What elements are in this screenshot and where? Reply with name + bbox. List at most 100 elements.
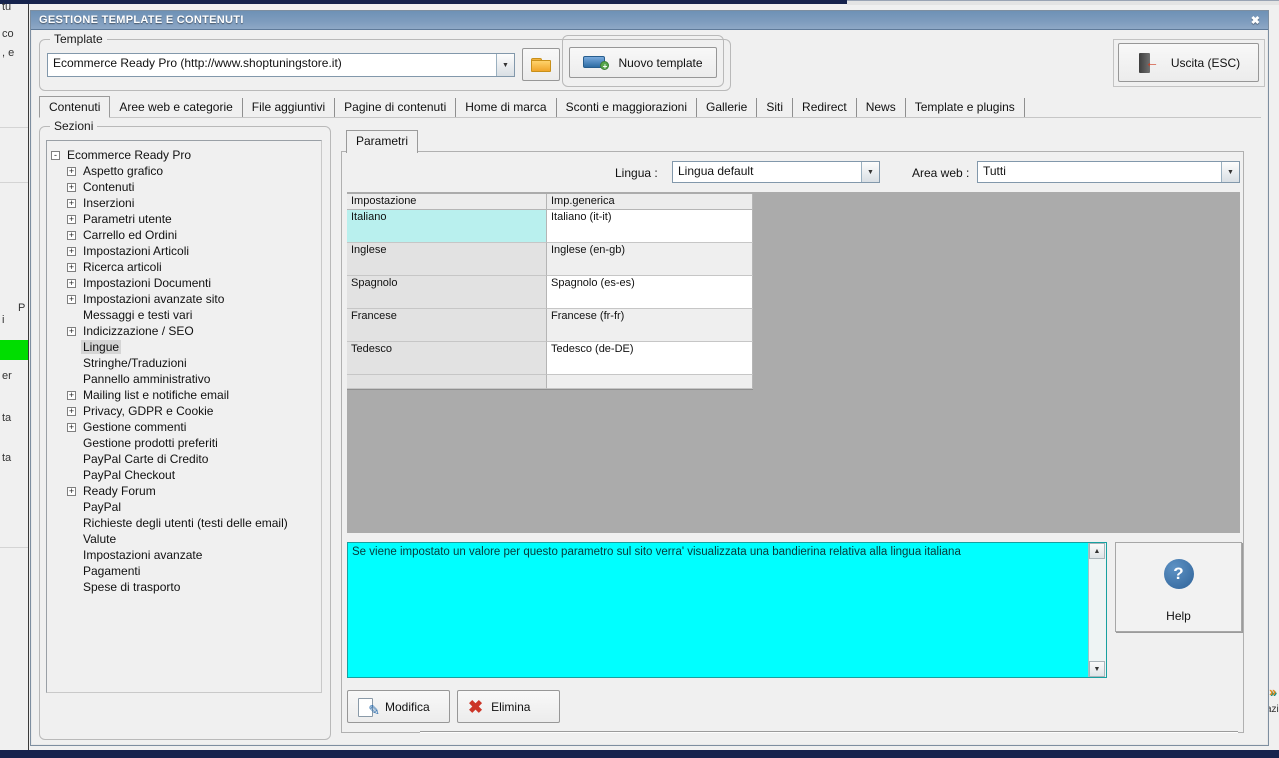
- tab-gallerie[interactable]: Gallerie: [697, 98, 758, 117]
- table-row-inglese[interactable]: Inglese Inglese (en-gb): [347, 243, 753, 276]
- tree-item-gestione-prodotti-preferiti[interactable]: Gestione prodotti preferiti: [47, 435, 321, 451]
- open-template-button[interactable]: [522, 48, 560, 81]
- tree-item-label: PayPal Checkout: [83, 468, 176, 482]
- exit-button[interactable]: ← Uscita (ESC): [1118, 43, 1259, 82]
- chevron-down-icon[interactable]: ▼: [861, 162, 879, 182]
- help-button[interactable]: ? Help: [1115, 542, 1242, 632]
- collapse-icon[interactable]: -: [51, 150, 60, 160]
- tab-aree-web-e-categorie[interactable]: Aree web e categorie: [110, 98, 243, 117]
- new-template-button[interactable]: + Nuovo template: [569, 47, 717, 78]
- tree-item-impostazioni-avanzate-sito[interactable]: + Impostazioni avanzate sito: [47, 291, 321, 307]
- delete-button[interactable]: ✖ Elimina: [457, 690, 560, 723]
- tab-parametri[interactable]: Parametri: [346, 130, 419, 153]
- parameters-panel: Lingua : Lingua default ▼ Area web : Tut…: [341, 151, 1244, 733]
- tree-item-mailing-list-e-notifiche-email[interactable]: + Mailing list e notifiche email: [47, 387, 321, 403]
- cell-impostazione[interactable]: Italiano: [347, 210, 547, 243]
- tree-item-impostazioni-documenti[interactable]: + Impostazioni Documenti: [47, 275, 321, 291]
- expand-icon[interactable]: +: [67, 262, 76, 272]
- cell-impostazione[interactable]: Tedesco: [347, 342, 547, 375]
- close-icon[interactable]: ✖: [1251, 14, 1260, 27]
- tree-item-ricerca-articoli[interactable]: + Ricerca articoli: [47, 259, 321, 275]
- expand-icon[interactable]: +: [67, 214, 76, 224]
- description-scrollbar[interactable]: ▲ ▼: [1088, 543, 1106, 677]
- cell-imp-generica[interactable]: Inglese (en-gb): [547, 243, 753, 276]
- tree-item-ecommerce-ready-pro[interactable]: - Ecommerce Ready Pro: [47, 147, 321, 163]
- expand-icon[interactable]: +: [67, 422, 76, 432]
- chevron-down-icon[interactable]: ▼: [1221, 162, 1239, 182]
- tab-sconti-e-maggiorazioni[interactable]: Sconti e maggiorazioni: [557, 98, 697, 117]
- expand-icon[interactable]: +: [67, 182, 76, 192]
- tab-template-e-plugins[interactable]: Template e plugins: [906, 98, 1025, 117]
- tree-item-label: Lingue: [81, 340, 122, 354]
- tree-item-inserzioni[interactable]: + Inserzioni: [47, 195, 321, 211]
- expand-icon[interactable]: +: [67, 406, 76, 416]
- cell-impostazione[interactable]: Francese: [347, 309, 547, 342]
- lingua-combobox[interactable]: Lingua default ▼: [672, 161, 880, 183]
- tree-item-privacy-gdpr-e-cookie[interactable]: + Privacy, GDPR e Cookie: [47, 403, 321, 419]
- tree-item-gestione-commenti[interactable]: + Gestione commenti: [47, 419, 321, 435]
- tab-contenuti[interactable]: Contenuti: [39, 96, 111, 118]
- column-header-impostazione[interactable]: Impostazione: [347, 194, 547, 210]
- expand-icon[interactable]: +: [67, 486, 76, 496]
- tree-item-spese-di-trasporto[interactable]: Spese di trasporto: [47, 579, 321, 595]
- cell-imp-generica[interactable]: Spagnolo (es-es): [547, 276, 753, 309]
- expand-icon[interactable]: +: [67, 278, 76, 288]
- tree-item-aspetto-grafico[interactable]: + Aspetto grafico: [47, 163, 321, 179]
- tree-item-parametri-utente[interactable]: + Parametri utente: [47, 211, 321, 227]
- tree-item-label: PayPal Carte di Credito: [83, 452, 209, 466]
- tree-item-carrello-ed-ordini[interactable]: + Carrello ed Ordini: [47, 227, 321, 243]
- tree-item-lingue[interactable]: Lingue: [47, 339, 321, 355]
- modify-button[interactable]: ✎ Modifica: [347, 690, 450, 723]
- table-row-italiano[interactable]: Italiano Italiano (it-it): [347, 210, 753, 243]
- tree-item-messaggi-e-testi-vari[interactable]: Messaggi e testi vari: [47, 307, 321, 323]
- tab-file-aggiuntivi[interactable]: File aggiuntivi: [243, 98, 336, 117]
- dialog-titlebar[interactable]: GESTIONE TEMPLATE E CONTENUTI ✖: [31, 11, 1268, 30]
- column-header-imp-generica[interactable]: Imp.generica: [547, 194, 753, 210]
- background-text-fragment: er: [2, 370, 12, 382]
- delete-button-label: Elimina: [491, 699, 531, 714]
- table-row-francese[interactable]: Francese Francese (fr-fr): [347, 309, 753, 342]
- tree-item-indicizzazione-seo[interactable]: + Indicizzazione / SEO: [47, 323, 321, 339]
- table-row-spagnolo[interactable]: Spagnolo Spagnolo (es-es): [347, 276, 753, 309]
- tree-item-pannello-amministrativo[interactable]: Pannello amministrativo: [47, 371, 321, 387]
- template-combobox[interactable]: Ecommerce Ready Pro (http://www.shoptuni…: [47, 53, 515, 77]
- dialog-title: GESTIONE TEMPLATE E CONTENUTI: [39, 14, 244, 26]
- expand-icon[interactable]: +: [67, 246, 76, 256]
- table-row-tedesco[interactable]: Tedesco Tedesco (de-DE): [347, 342, 753, 375]
- expand-icon[interactable]: +: [67, 326, 76, 336]
- tab-siti[interactable]: Siti: [757, 98, 794, 117]
- scroll-down-icon[interactable]: ▼: [1089, 661, 1105, 677]
- cell-imp-generica[interactable]: Francese (fr-fr): [547, 309, 753, 342]
- tab-redirect[interactable]: Redirect: [793, 98, 857, 117]
- tree-item-label: Impostazioni Documenti: [83, 276, 212, 290]
- tree-item-paypal[interactable]: PayPal: [47, 499, 321, 515]
- cell-impostazione: [347, 375, 547, 389]
- tree-item-impostazioni-articoli[interactable]: + Impostazioni Articoli: [47, 243, 321, 259]
- cell-impostazione[interactable]: Inglese: [347, 243, 547, 276]
- tree-item-richieste-degli-utenti-testi-delle-email[interactable]: Richieste degli utenti (testi delle emai…: [47, 515, 321, 531]
- expand-icon[interactable]: +: [67, 230, 76, 240]
- tab-home-di-marca[interactable]: Home di marca: [456, 98, 557, 117]
- tree-item-ready-forum[interactable]: + Ready Forum: [47, 483, 321, 499]
- cell-imp-generica[interactable]: Tedesco (de-DE): [547, 342, 753, 375]
- tree-item-stringhe-traduzioni[interactable]: Stringhe/Traduzioni: [47, 355, 321, 371]
- cell-impostazione[interactable]: Spagnolo: [347, 276, 547, 309]
- expand-icon[interactable]: +: [67, 198, 76, 208]
- expand-icon[interactable]: +: [67, 294, 76, 304]
- tree-item-contenuti[interactable]: + Contenuti: [47, 179, 321, 195]
- tree-item-pagamenti[interactable]: Pagamenti: [47, 563, 321, 579]
- tree-item-paypal-checkout[interactable]: PayPal Checkout: [47, 467, 321, 483]
- cell-imp-generica[interactable]: Italiano (it-it): [547, 210, 753, 243]
- tree-item-paypal-carte-di-credito[interactable]: PayPal Carte di Credito: [47, 451, 321, 467]
- expand-icon[interactable]: +: [67, 390, 76, 400]
- chevron-down-icon[interactable]: ▼: [496, 54, 514, 76]
- scroll-up-icon[interactable]: ▲: [1089, 543, 1105, 559]
- expand-icon[interactable]: +: [67, 166, 76, 176]
- area-web-combobox[interactable]: Tutti ▼: [977, 161, 1240, 183]
- tree-item-impostazioni-avanzate[interactable]: Impostazioni avanzate: [47, 547, 321, 563]
- tree-item-label: Impostazioni avanzate: [83, 548, 203, 562]
- tab-pagine-di-contenuti[interactable]: Pagine di contenuti: [335, 98, 457, 117]
- tab-news[interactable]: News: [857, 98, 906, 117]
- tree-item-label: Impostazioni avanzate sito: [83, 292, 225, 306]
- tree-item-valute[interactable]: Valute: [47, 531, 321, 547]
